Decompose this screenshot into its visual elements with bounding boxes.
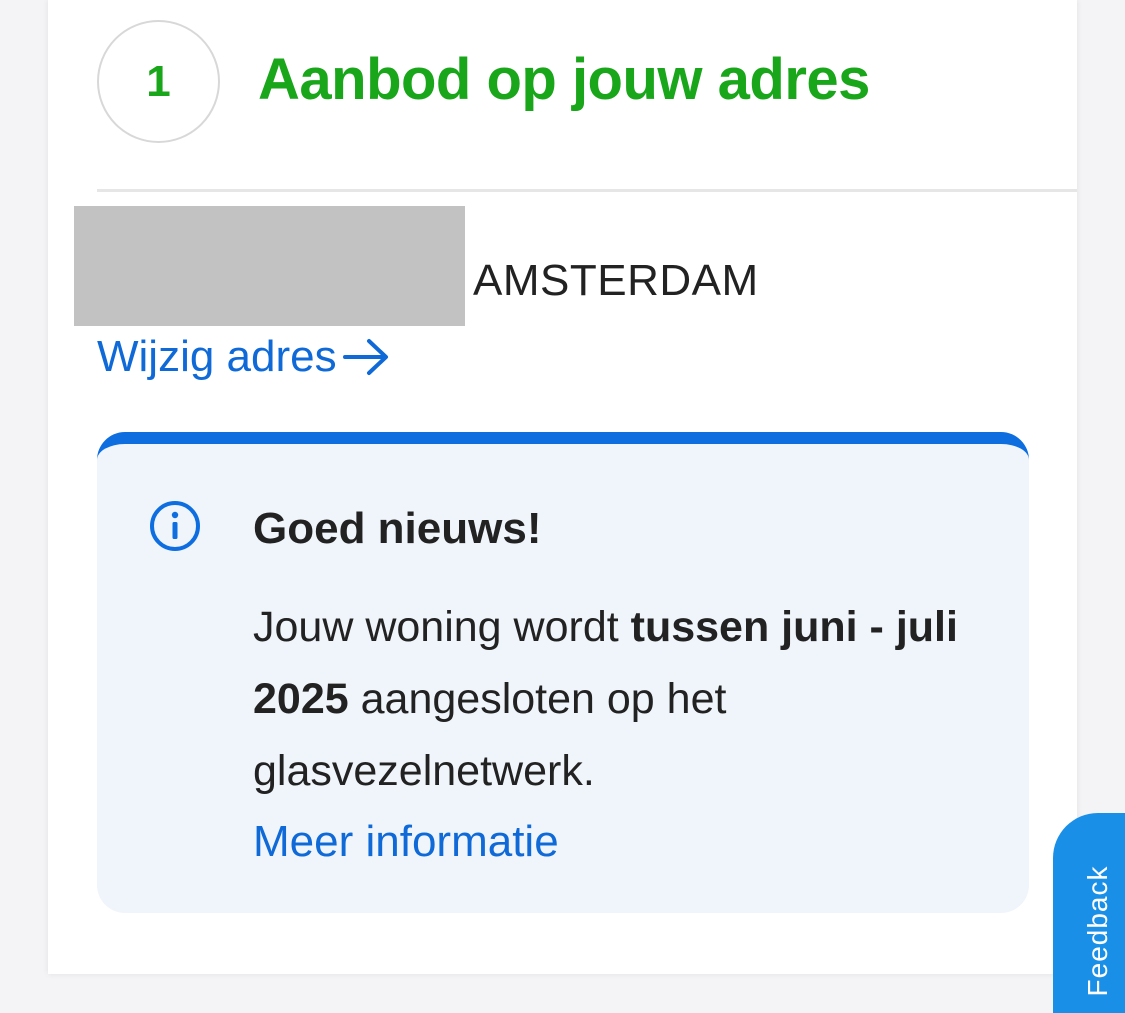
feedback-label: Feedback bbox=[1082, 865, 1113, 997]
step-title: Aanbod op jouw adres bbox=[258, 47, 870, 112]
notice-body-text-start: Jouw woning wordt bbox=[253, 603, 631, 651]
feedback-tab[interactable]: Feedback bbox=[1053, 813, 1125, 1013]
notice-title: Goed nieuws! bbox=[253, 504, 542, 553]
more-info-link[interactable]: Meer informatie bbox=[253, 815, 559, 869]
change-address-link[interactable]: Wijzig adres bbox=[97, 332, 391, 382]
redacted-street-address bbox=[74, 206, 465, 326]
section-divider bbox=[97, 189, 1077, 192]
step-number: 1 bbox=[146, 56, 171, 106]
change-address-label: Wijzig adres bbox=[97, 332, 337, 381]
address-city: AMSTERDAM bbox=[473, 256, 759, 305]
info-icon bbox=[150, 501, 200, 551]
good-news-notice: Goed nieuws! Jouw woning wordt tussen ju… bbox=[97, 432, 1029, 913]
arrow-right-icon bbox=[342, 339, 388, 375]
step-number-badge: 1 bbox=[97, 20, 220, 143]
notice-body: Jouw woning wordt tussen juni - juli 202… bbox=[253, 591, 993, 807]
